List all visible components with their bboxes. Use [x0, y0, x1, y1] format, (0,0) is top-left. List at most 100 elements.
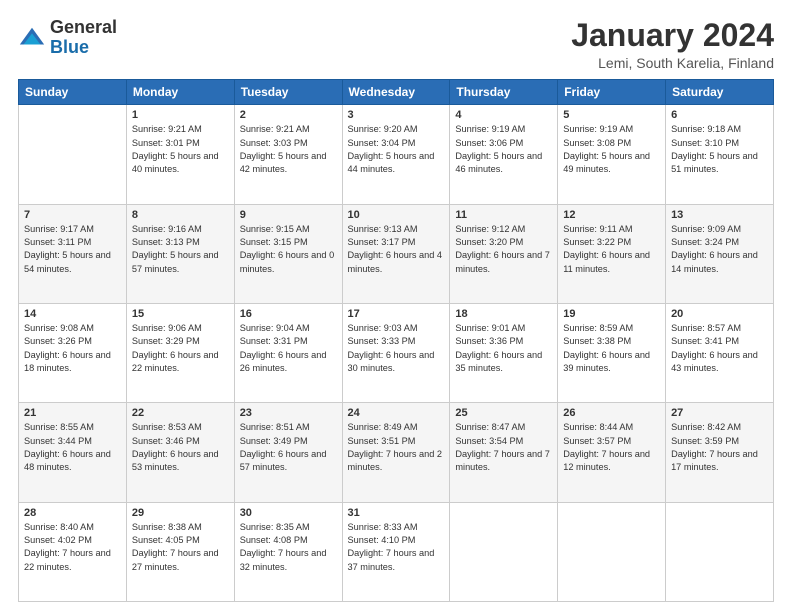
day-number: 19 [563, 308, 660, 320]
calendar-cell: 28Sunrise: 8:40 AMSunset: 4:02 PMDayligh… [19, 502, 127, 601]
calendar-cell: 18Sunrise: 9:01 AMSunset: 3:36 PMDayligh… [450, 303, 558, 402]
day-info: Sunrise: 9:04 AMSunset: 3:31 PMDaylight:… [240, 322, 337, 375]
day-info: Sunrise: 8:35 AMSunset: 4:08 PMDaylight:… [240, 521, 337, 574]
weekday-header-wednesday: Wednesday [342, 80, 450, 105]
day-number: 31 [348, 507, 445, 519]
logo-icon [18, 24, 46, 52]
day-number: 23 [240, 407, 337, 419]
month-title: January 2024 [571, 18, 774, 53]
day-info: Sunrise: 9:18 AMSunset: 3:10 PMDaylight:… [671, 123, 768, 176]
calendar-cell: 9 Sunrise: 9:15 AMSunset: 3:15 PMDaylight… [234, 204, 342, 303]
calendar-cell: 8Sunrise: 9:16 AMSunset: 3:13 PMDaylight… [126, 204, 234, 303]
day-info: Sunrise: 9:03 AMSunset: 3:33 PMDaylight:… [348, 322, 445, 375]
day-info: Sunrise: 8:42 AMSunset: 3:59 PMDaylight:… [671, 421, 768, 474]
calendar-cell: 11 Sunrise: 9:12 AMSunset: 3:20 PMDayligh… [450, 204, 558, 303]
day-number: 3 [348, 109, 445, 121]
day-info: Sunrise: 9:20 AMSunset: 3:04 PMDaylight:… [348, 123, 445, 176]
calendar-cell: 15 Sunrise: 9:06 AMSunset: 3:29 PMDayligh… [126, 303, 234, 402]
day-info: Sunrise: 9:21 AMSunset: 3:03 PMDaylight:… [240, 123, 337, 176]
day-info: Sunrise: 9:06 AMSunset: 3:29 PMDaylight:… [132, 322, 229, 375]
day-number: 17 [348, 308, 445, 320]
day-info: Sunrise: 9:15 AMSunset: 3:15 PMDaylight:… [240, 223, 337, 276]
calendar-cell: 27 Sunrise: 8:42 AMSunset: 3:59 PMDayligh… [666, 403, 774, 502]
day-number: 15 [132, 308, 229, 320]
day-info: Sunrise: 8:51 AMSunset: 3:49 PMDaylight:… [240, 421, 337, 474]
day-info: Sunrise: 9:09 AMSunset: 3:24 PMDaylight:… [671, 223, 768, 276]
day-info: Sunrise: 8:38 AMSunset: 4:05 PMDaylight:… [132, 521, 229, 574]
calendar-week-row: 1Sunrise: 9:21 AMSunset: 3:01 PMDaylight… [19, 105, 774, 204]
calendar-cell: 20 Sunrise: 8:57 AMSunset: 3:41 PMDayligh… [666, 303, 774, 402]
day-info: Sunrise: 8:53 AMSunset: 3:46 PMDaylight:… [132, 421, 229, 474]
calendar-cell: 12 Sunrise: 9:11 AMSunset: 3:22 PMDayligh… [558, 204, 666, 303]
day-info: Sunrise: 8:57 AMSunset: 3:41 PMDaylight:… [671, 322, 768, 375]
calendar-cell: 29 Sunrise: 8:38 AMSunset: 4:05 PMDayligh… [126, 502, 234, 601]
calendar-cell: 13 Sunrise: 9:09 AMSunset: 3:24 PMDayligh… [666, 204, 774, 303]
calendar-cell: 19 Sunrise: 8:59 AMSunset: 3:38 PMDayligh… [558, 303, 666, 402]
calendar-cell: 26 Sunrise: 8:44 AMSunset: 3:57 PMDayligh… [558, 403, 666, 502]
day-info: Sunrise: 8:47 AMSunset: 3:54 PMDaylight:… [455, 421, 552, 474]
day-number: 1 [132, 109, 229, 121]
day-number: 29 [132, 507, 229, 519]
title-block: January 2024 Lemi, South Karelia, Finlan… [571, 18, 774, 71]
weekday-header-thursday: Thursday [450, 80, 558, 105]
calendar-cell [558, 502, 666, 601]
calendar-page: General Blue January 2024 Lemi, South Ka… [0, 0, 792, 612]
calendar-cell: 5Sunrise: 9:19 AMSunset: 3:08 PMDaylight… [558, 105, 666, 204]
calendar-table: SundayMondayTuesdayWednesdayThursdayFrid… [18, 79, 774, 602]
day-number: 24 [348, 407, 445, 419]
calendar-cell: 25 Sunrise: 8:47 AMSunset: 3:54 PMDayligh… [450, 403, 558, 502]
calendar-week-row: 28Sunrise: 8:40 AMSunset: 4:02 PMDayligh… [19, 502, 774, 601]
calendar-cell: 16 Sunrise: 9:04 AMSunset: 3:31 PMDayligh… [234, 303, 342, 402]
day-number: 18 [455, 308, 552, 320]
day-number: 27 [671, 407, 768, 419]
day-info: Sunrise: 8:59 AMSunset: 3:38 PMDaylight:… [563, 322, 660, 375]
calendar-cell: 24 Sunrise: 8:49 AMSunset: 3:51 PMDayligh… [342, 403, 450, 502]
day-info: Sunrise: 9:19 AMSunset: 3:06 PMDaylight:… [455, 123, 552, 176]
day-info: Sunrise: 9:16 AMSunset: 3:13 PMDaylight:… [132, 223, 229, 276]
day-info: Sunrise: 9:19 AMSunset: 3:08 PMDaylight:… [563, 123, 660, 176]
day-number: 9 [240, 209, 337, 221]
day-info: Sunrise: 8:49 AMSunset: 3:51 PMDaylight:… [348, 421, 445, 474]
day-number: 12 [563, 209, 660, 221]
day-info: Sunrise: 9:11 AMSunset: 3:22 PMDaylight:… [563, 223, 660, 276]
day-info: Sunrise: 9:08 AMSunset: 3:26 PMDaylight:… [24, 322, 121, 375]
calendar-cell: 4Sunrise: 9:19 AMSunset: 3:06 PMDaylight… [450, 105, 558, 204]
day-number: 30 [240, 507, 337, 519]
calendar-week-row: 7Sunrise: 9:17 AMSunset: 3:11 PMDaylight… [19, 204, 774, 303]
day-info: Sunrise: 8:44 AMSunset: 3:57 PMDaylight:… [563, 421, 660, 474]
calendar-cell: 2 Sunrise: 9:21 AMSunset: 3:03 PMDaylight… [234, 105, 342, 204]
day-number: 20 [671, 308, 768, 320]
weekday-header-friday: Friday [558, 80, 666, 105]
logo-general: General [50, 17, 117, 37]
header: General Blue January 2024 Lemi, South Ka… [18, 18, 774, 71]
day-number: 25 [455, 407, 552, 419]
day-number: 7 [24, 209, 121, 221]
day-number: 6 [671, 109, 768, 121]
weekday-header-row: SundayMondayTuesdayWednesdayThursdayFrid… [19, 80, 774, 105]
day-info: Sunrise: 8:55 AMSunset: 3:44 PMDaylight:… [24, 421, 121, 474]
calendar-cell: 30 Sunrise: 8:35 AMSunset: 4:08 PMDayligh… [234, 502, 342, 601]
calendar-cell: 31Sunrise: 8:33 AMSunset: 4:10 PMDayligh… [342, 502, 450, 601]
day-info: Sunrise: 8:40 AMSunset: 4:02 PMDaylight:… [24, 521, 121, 574]
location: Lemi, South Karelia, Finland [571, 55, 774, 71]
day-number: 13 [671, 209, 768, 221]
calendar-cell: 10Sunrise: 9:13 AMSunset: 3:17 PMDayligh… [342, 204, 450, 303]
calendar-cell [19, 105, 127, 204]
calendar-week-row: 21 Sunrise: 8:55 AMSunset: 3:44 PMDayligh… [19, 403, 774, 502]
calendar-cell [450, 502, 558, 601]
day-number: 2 [240, 109, 337, 121]
day-number: 16 [240, 308, 337, 320]
calendar-cell: 7Sunrise: 9:17 AMSunset: 3:11 PMDaylight… [19, 204, 127, 303]
logo: General Blue [18, 18, 117, 58]
day-info: Sunrise: 9:12 AMSunset: 3:20 PMDaylight:… [455, 223, 552, 276]
weekday-header-sunday: Sunday [19, 80, 127, 105]
calendar-cell: 6 Sunrise: 9:18 AMSunset: 3:10 PMDaylight… [666, 105, 774, 204]
calendar-week-row: 14Sunrise: 9:08 AMSunset: 3:26 PMDayligh… [19, 303, 774, 402]
day-info: Sunrise: 9:13 AMSunset: 3:17 PMDaylight:… [348, 223, 445, 276]
day-number: 21 [24, 407, 121, 419]
calendar-cell [666, 502, 774, 601]
weekday-header-saturday: Saturday [666, 80, 774, 105]
day-number: 26 [563, 407, 660, 419]
day-number: 11 [455, 209, 552, 221]
day-number: 22 [132, 407, 229, 419]
